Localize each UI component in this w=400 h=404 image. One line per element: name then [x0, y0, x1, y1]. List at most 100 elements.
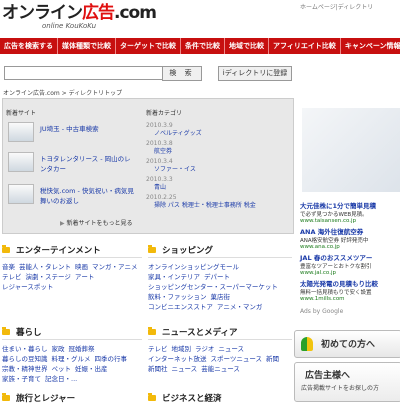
search-input[interactable] — [4, 66, 164, 80]
section-living-links: 住まい・暮らし 家政 冠婚葬祭暮らしの豆知識 料理・グルメ 四季の行事宗教・精神世界 ペッ… — [2, 344, 142, 384]
section-label: エンターテインメント — [16, 246, 101, 256]
category-link[interactable]: デパート — [204, 273, 230, 281]
site-thumbnail[interactable] — [8, 152, 34, 172]
section-label: ビジネスと経済 — [162, 394, 222, 404]
advertiser-button[interactable]: 広告主様へ 広告掲載サイトをお探しの方 — [294, 362, 400, 402]
category-link[interactable]: 記念日・... — [45, 375, 77, 383]
category-link[interactable]: オンラインショッピングモール — [148, 263, 239, 271]
category-link[interactable]: スポーツニュース — [211, 355, 263, 363]
nav-item-target[interactable]: ターゲットで比較 — [116, 38, 181, 54]
site-title[interactable]: 税快気.com - 快気祝い・病気見舞いのお返し — [40, 186, 136, 206]
folder-icon — [148, 393, 156, 401]
ads-by-google[interactable]: Ads by Google — [300, 308, 343, 315]
category-link[interactable]: インターネット放送 — [148, 355, 207, 363]
category-link[interactable]: アニメ・マンガ — [217, 303, 263, 311]
site-thumbnail[interactable] — [8, 122, 34, 142]
breadcrumb[interactable]: オンライン広告.com > ディレクトリトップ — [3, 88, 122, 97]
text-ad[interactable]: 太陽光発電の見積もり比較無料一括見積もりで安く設置 www.1mills.com — [300, 278, 400, 302]
more-new-sites-label: 新着サイトをもっと見る — [66, 220, 133, 227]
divider — [2, 339, 142, 340]
section-shopping-title[interactable]: ショッピング — [148, 244, 213, 256]
section-entertainment-title[interactable]: エンターテインメント — [2, 244, 101, 256]
category-link[interactable]: 四季の行事 — [95, 355, 128, 363]
category-link[interactable]: 宗教・精神世界 — [2, 365, 48, 373]
ad-body: 無料一括見積もりで安く設置 — [300, 290, 372, 296]
search-button[interactable]: 検 索 — [162, 66, 202, 81]
site-logo[interactable]: オンライン広告.com online KouKoKu — [2, 4, 157, 36]
category-link[interactable]: テレビ — [2, 273, 22, 281]
category-link[interactable]: ショッピングセンター・スーパーマーケット — [148, 283, 278, 291]
section-travel-title[interactable]: 旅行とレジャー — [2, 392, 75, 404]
category-link[interactable]: 暮らしの豆知識 — [2, 355, 48, 363]
category-link[interactable]: ソファー・イス — [154, 166, 196, 174]
register-directory-button[interactable]: iディレクトリに登録 — [218, 66, 292, 81]
category-link[interactable]: 音楽 — [2, 263, 15, 271]
category-link[interactable]: 家族・子育て — [2, 375, 41, 383]
category-link[interactable]: レジャースポット — [2, 283, 53, 291]
category-link[interactable]: 家政 — [52, 345, 65, 353]
category-link[interactable]: 冠婚葬祭 — [69, 345, 95, 353]
banner-ad[interactable] — [302, 108, 400, 192]
section-living-title[interactable]: 暮らし — [2, 326, 42, 338]
category-link[interactable]: テレビ — [148, 345, 168, 353]
category-link[interactable]: 住まい・暮らし — [2, 345, 48, 353]
category-link[interactable]: 家具・インテリア — [148, 273, 200, 281]
top-right-link[interactable]: ホームページ|ディレクトリ — [300, 2, 373, 11]
category-link[interactable]: ラジオ — [195, 345, 214, 353]
text-ad[interactable]: ANA 海外往復航空券 ANA格安航空券 好評発売中 www.ana.co.jp — [300, 226, 400, 250]
category-link[interactable]: ペット — [52, 365, 72, 373]
site-thumbnail[interactable] — [8, 184, 34, 204]
site-title[interactable]: JU埼玉 - 中古車検索 — [40, 124, 136, 134]
ad-url[interactable]: www.taisansen.co.jp — [300, 218, 400, 224]
category-link[interactable]: ニュース — [218, 345, 244, 353]
ad-url[interactable]: www.jal.co.jp — [300, 270, 400, 276]
ad-headline[interactable]: ANA 海外往復航空券 — [300, 226, 400, 236]
category-link[interactable]: 菓店街 — [211, 293, 231, 301]
folder-icon — [148, 327, 156, 335]
category-link[interactable]: 演劇・ステージ — [26, 273, 71, 281]
category-link[interactable]: アート — [75, 273, 95, 281]
text-ad[interactable]: 大元佳株に1分で簡単見積 で必ず見つかるWEB見積。 www.taisansen.c… — [300, 200, 400, 224]
category-link[interactable]: 地域別 — [172, 345, 192, 353]
category-link[interactable]: 掃除 パス 税理士・税理士事務所 税金 — [154, 202, 256, 210]
section-news-title[interactable]: ニュースとメディア — [148, 326, 237, 338]
category-link[interactable]: 新聞 — [266, 355, 279, 363]
more-new-sites-link[interactable]: ▶ 新着サイトをもっと見る — [60, 218, 133, 227]
new-site-item[interactable]: 税快気.com - 快気祝い・病気見舞いのお返し — [8, 184, 136, 206]
ad-url[interactable]: www.ana.co.jp — [300, 244, 400, 250]
section-business-title[interactable]: ビジネスと経済 — [148, 392, 222, 404]
category-link[interactable]: 妊娠・出産 — [75, 365, 108, 373]
category-date: 2010.3.4 — [146, 158, 173, 165]
nav-item-condition[interactable]: 条件で比較 — [181, 38, 225, 54]
category-link[interactable]: 芸能人・タレント — [19, 263, 71, 271]
nav-item-search[interactable]: 広告を検索する — [0, 38, 58, 54]
category-link[interactable]: ノベルティグッズ — [154, 130, 202, 138]
new-category-item: 2010.2.25 掃除 パス 税理士・税理士事務所 税金 — [146, 194, 256, 210]
category-link[interactable]: ニュース — [172, 365, 198, 373]
category-link[interactable]: コンビニエンスストア — [148, 303, 213, 311]
category-link[interactable]: 芸能ニュース — [201, 365, 240, 373]
ad-headline[interactable]: 太陽光発電の見積もり比較 — [300, 278, 400, 288]
category-link[interactable]: 料理・グルメ — [52, 355, 91, 363]
nav-item-affiliate[interactable]: アフィリエイト比較 — [269, 38, 341, 54]
category-date: 2010.2.25 — [146, 194, 177, 201]
site-title[interactable]: トヨタレンタリース - 岡山のレンタカー — [40, 154, 136, 174]
nav-item-media[interactable]: 媒体種類で比較 — [58, 38, 116, 54]
ad-headline[interactable]: JAL 春のおススメツアー — [300, 252, 400, 262]
folder-icon — [2, 245, 10, 253]
category-link[interactable]: 航空券 — [154, 148, 173, 156]
category-link[interactable]: 新聞社 — [148, 365, 168, 373]
first-time-guide-button[interactable]: 初めての方へ — [294, 330, 400, 358]
new-site-item[interactable]: JU埼玉 - 中古車検索 — [8, 122, 136, 144]
category-link[interactable]: 映画 — [75, 263, 88, 271]
new-site-item[interactable]: トヨタレンタリース - 岡山のレンタカー — [8, 152, 136, 174]
nav-item-region[interactable]: 地域で比較 — [225, 38, 269, 54]
text-ad[interactable]: JAL 春のおススメツアー 豊富なツアーとおトクな割引 www.jal.co.jp — [300, 252, 400, 276]
category-link[interactable]: 飲料・ファッション — [148, 293, 207, 301]
new-category-item: 2010.3.9 ノベルティグッズ — [146, 122, 202, 138]
nav-item-campaign[interactable]: キャンペーン情報 — [341, 38, 400, 54]
category-link[interactable]: 青山 — [154, 184, 173, 192]
category-link[interactable]: マンガ・アニメ — [92, 263, 138, 271]
ad-headline[interactable]: 大元佳株に1分で簡単見積 — [300, 200, 400, 210]
ad-url[interactable]: www.1mills.com — [300, 296, 400, 302]
